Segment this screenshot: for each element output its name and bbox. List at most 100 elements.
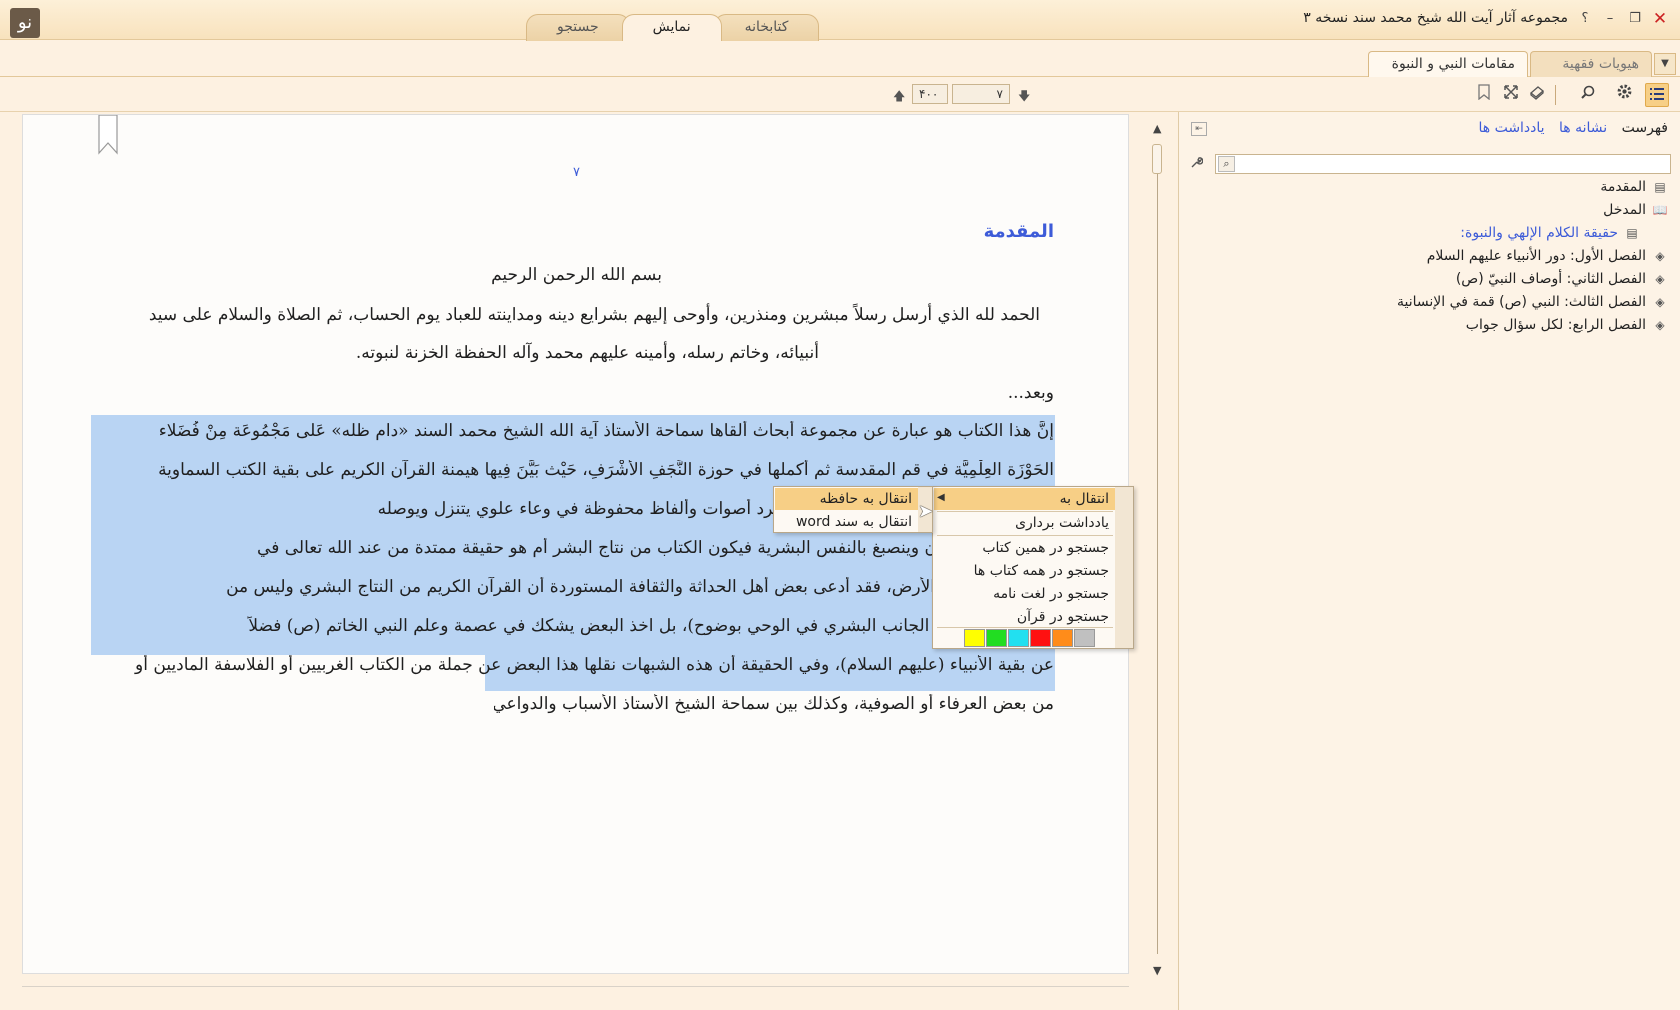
scroll-down-icon[interactable]: ▼ [1153,964,1161,977]
toc-item-label: الفصل الثاني: أوصاف النبيّ (ص) [1455,271,1646,287]
book-icon[interactable] [1525,83,1549,107]
book-icon: ◈ [1655,318,1665,332]
highlight-colors [963,629,1095,647]
toc-item[interactable]: ◈ الفصل الثاني: أوصاف النبيّ (ص) [1397,268,1668,291]
sidebar: ⇤ فهرست نشانه ها یادداشت ها ⌕ ▤ المقدمة 📖… [1178,112,1680,1010]
menu-item-search-dictionary[interactable]: جستجو در لغت نامه [993,583,1109,605]
wrench-icon[interactable] [1191,156,1204,171]
toolbar: 🡅 ۴۰۰ ۷ 🡇 [0,78,1680,112]
page-down-icon[interactable]: 🡇 [1018,87,1030,108]
app-logo: نو [10,8,40,38]
toc-item[interactable]: ▤ المقدمة [1397,176,1668,199]
page-bookmark-icon[interactable] [97,115,119,155]
submenu-arrow-icon: ◀ [937,492,945,503]
menu-separator [937,627,1113,628]
page-number-label: ۷ [573,165,580,180]
tab-search[interactable]: جستجو [526,14,630,41]
sidebar-search-input[interactable]: ⌕ [1215,154,1671,174]
reader-scrollbar[interactable]: ▲ ▼ [1150,122,1166,982]
menu-item-search-quran[interactable]: جستجو در قرآن [1017,606,1109,628]
toc-item-label: الفصل الرابع: لكل سؤال جواب [1465,317,1646,333]
context-menu-gutter [1115,487,1133,648]
text-line: أنبيائه، وخاتم رسله، وأمينه عليهم محمد و… [355,343,819,363]
color-swatch-red[interactable] [1030,629,1051,647]
toc-item-label: المقدمة [1600,179,1646,195]
selected-text-line: إنَّ هذا الكتاب هو عبارة عن مجموعة أبحاث… [158,421,1054,441]
section-heading: المقدمة [983,221,1054,242]
text-line: الحمد لله الذي أرسل رسلاً مبشرين ومنذرين… [148,305,1040,325]
bookmark-icon[interactable] [1472,83,1496,107]
main-tabs: جستجو نمایش کتابخانه [526,14,820,41]
mouse-cursor-icon: ➤ [918,501,934,522]
page-total-field: ۴۰۰ [912,84,948,104]
document-tabs-bar: مقامات النبي و النبوة × هیویات فقهیة ▼ [0,41,1680,95]
page-up-icon[interactable]: 🡅 [893,87,905,108]
submenu: انتقال به حافظه انتقال به سند word [773,486,933,533]
toc-item[interactable]: 📖 المدخل [1397,199,1668,222]
book-icon: ◈ [1655,295,1665,309]
sidebar-tab-notes[interactable]: یادداشت ها [1478,120,1544,136]
book-icon: ◈ [1655,272,1665,286]
selected-text-line: مثلاً (... مما يثبت الجانب البشري في الو… [248,616,1054,636]
menu-item-take-note[interactable]: یادداشت برداری [1015,512,1109,534]
restore-button[interactable]: ❐ [1625,9,1645,29]
doc-tab-current-label: مقامات النبي و النبوة [1391,56,1515,72]
title-bar: نو جستجو نمایش کتابخانه مجموعه آثار آیت … [0,0,1680,41]
text-line: وبعد... [1007,383,1054,403]
toc-list-icon[interactable] [1645,83,1669,107]
search-icon[interactable]: ⌕ [1218,156,1235,172]
tab-display[interactable]: نمایش [621,14,722,41]
book-icon: ◈ [1655,249,1665,263]
menu-item-export-word[interactable]: انتقال به سند word [796,511,912,533]
help-button[interactable]: ؟ [1575,9,1595,29]
sidebar-tab-contents[interactable]: فهرست [1622,120,1668,136]
toc-item-label: المدخل [1603,202,1646,218]
toc-item-label: حقيقة الكلام الإلهي والنبوة: [1460,225,1618,241]
menu-item-copy-clipboard[interactable]: انتقال به حافظه [820,488,912,510]
selected-text-line: من بعض العرفاء أو الصوفية، وكذلك بين سما… [494,694,1054,714]
color-swatch-gray[interactable] [1074,629,1095,647]
toc-list: ▤ المقدمة 📖 المدخل ▤ حقيقة الكلام الإلهي وا… [1397,176,1668,337]
pin-panel-icon[interactable]: ⇤ [1191,122,1207,136]
color-swatch-cyan[interactable] [1008,629,1029,647]
page-icon: ▤ [1654,180,1666,194]
search-icon[interactable] [1576,83,1600,107]
fullscreen-icon[interactable] [1499,83,1523,107]
toc-item[interactable]: ◈ الفصل الأول: دور الأنبياء عليهم السلام [1397,245,1668,268]
menu-item-goto[interactable]: انتقال به [1060,488,1109,510]
menu-item-search-book[interactable]: جستجو در همین کتاب [982,537,1109,559]
doc-tab-inactive[interactable]: هیویات فقهیة [1530,51,1652,77]
toc-item-label: الفصل الأول: دور الأنبياء عليهم السلام [1426,248,1646,264]
tabs-dropdown-icon[interactable]: ▼ [1654,53,1676,75]
doc-tab-current[interactable]: مقامات النبي و النبوة × [1368,51,1528,95]
gear-icon[interactable] [1612,83,1636,107]
window-title: مجموعه آثار آیت الله شیخ محمد سند نسخه ۳ [1303,10,1568,26]
selected-text-line: البشر، أو أنه يتلون وينصبغ بالنفس البشري… [257,538,1054,558]
basmala-line: بسم الله الرحمن الرحيم [491,265,662,285]
scroll-thumb[interactable] [1152,144,1162,174]
close-button[interactable]: ✕ [1650,9,1670,29]
minimize-button[interactable]: – [1600,9,1620,29]
toolbar-divider [1555,85,1556,105]
menu-item-search-all[interactable]: جستجو در همه کتاب ها [974,560,1109,582]
selected-text-line: عن بقية الأنبياء (عليهم السلام)، وفي الح… [135,655,1054,675]
context-menu: ◀ انتقال به یادداشت برداری جستجو در همین… [932,486,1134,649]
color-swatch-orange[interactable] [1052,629,1073,647]
color-swatch-yellow[interactable] [964,629,985,647]
sidebar-tabs: فهرست نشانه ها یادداشت ها [1468,120,1668,136]
toc-item-active[interactable]: ▤ حقيقة الكلام الإلهي والنبوة: [1397,222,1668,245]
page-number-input[interactable]: ۷ [952,84,1010,104]
book-open-icon: 📖 [1652,203,1668,217]
next-page-edge [22,986,1129,987]
selected-text-line: سلسلة تنزلاً إلى الأرض، فقد أدعى بعض أهل… [226,577,1054,597]
page-icon: ▤ [1626,226,1638,240]
color-swatch-green[interactable] [986,629,1007,647]
selected-text-line: الحَوْزَة العِلْمِيَّة في قم المقدسة ثم … [158,460,1054,480]
menu-separator [937,535,1113,536]
toc-item[interactable]: ◈ الفصل الثالث: النبي (ص) قمة في الإنساني… [1397,291,1668,314]
scroll-track[interactable] [1157,174,1158,954]
toc-item[interactable]: ◈ الفصل الرابع: لكل سؤال جواب [1397,314,1668,337]
scroll-up-icon[interactable]: ▲ [1153,122,1161,135]
tab-library[interactable]: کتابخانه [713,14,820,41]
sidebar-tab-bookmarks[interactable]: نشانه ها [1559,120,1607,136]
